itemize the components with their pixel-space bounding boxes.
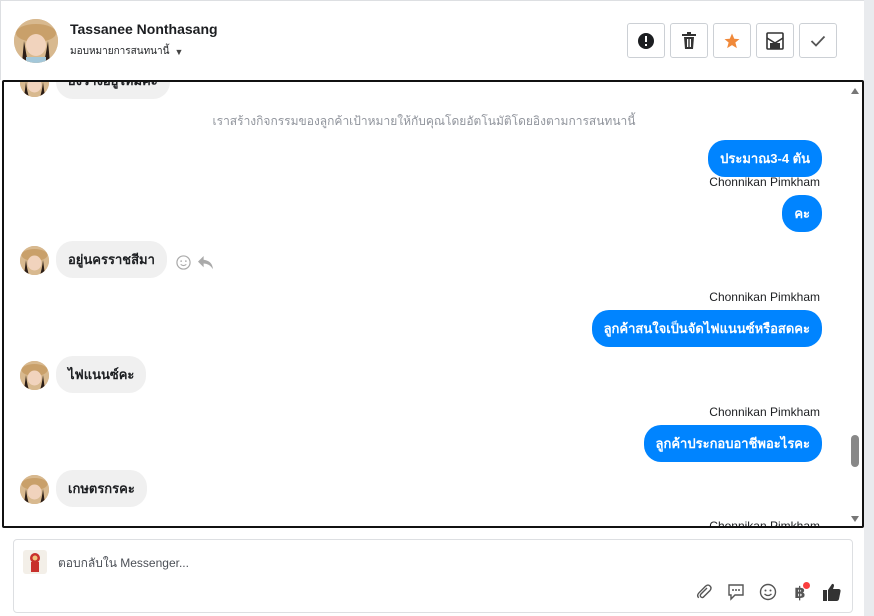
composer-tools: ฿ — [694, 582, 842, 602]
mark-done-button[interactable] — [799, 23, 837, 58]
like-button[interactable] — [822, 582, 842, 602]
incoming-message[interactable]: อยู่นครราชสีมา — [56, 241, 167, 278]
reply-composer[interactable]: ตอบกลับใน Messenger... ฿ — [13, 539, 853, 613]
archive-icon — [766, 31, 784, 50]
contact-name[interactable]: Tassanee Nonthasang — [70, 21, 218, 37]
contact-avatar-small — [20, 475, 49, 504]
sender-name: Chonnikan Pimkham — [709, 290, 820, 304]
saved-reply-icon — [728, 584, 744, 601]
saved-replies-button[interactable] — [726, 582, 746, 602]
reply-input[interactable]: ตอบกลับใน Messenger... — [58, 554, 189, 573]
scroll-up-arrow[interactable] — [851, 88, 859, 94]
outgoing-message[interactable]: ลูกค้าประกอบอาชีพอะไรคะ — [643, 425, 822, 462]
reply-icon[interactable] — [197, 255, 214, 270]
contact-avatar[interactable] — [14, 19, 58, 63]
emoji-button[interactable] — [758, 582, 778, 602]
sender-name: Chonnikan Pimkham — [709, 519, 820, 528]
outgoing-message[interactable]: ลูกค้าสนใจเป็นจัดไฟแนนซ์หรือสดคะ — [591, 310, 822, 347]
outgoing-message[interactable]: คะ — [782, 195, 822, 232]
system-note: เราสร้างกิจกรรมของลูกค้าเป้าหมายให้กับคุ… — [212, 114, 636, 128]
sender-name: Chonnikan Pimkham — [709, 405, 820, 419]
star-button[interactable] — [713, 23, 751, 58]
payment-button[interactable]: ฿ — [790, 582, 810, 602]
messenger-inbox: Tassanee Nonthasang มอบหมายการสนทนานี้ ▼ — [0, 0, 874, 616]
contact-avatar-small — [20, 82, 49, 97]
contact-avatar-small — [20, 361, 49, 390]
react-emoji-icon[interactable] — [176, 255, 191, 270]
emoji-icon — [759, 583, 777, 601]
conversation-header: Tassanee Nonthasang มอบหมายการสนทนานี้ ▼ — [0, 0, 864, 80]
attachment-icon — [696, 584, 712, 599]
message-thread[interactable]: ยังว่างอยู่ไหมคะ เราสร้างกิจกรรมของลูกค้… — [2, 80, 864, 528]
incoming-message[interactable]: ไฟแนนซ์คะ — [56, 356, 147, 393]
thumbs-up-icon — [823, 583, 841, 601]
header-actions — [627, 23, 837, 58]
page-gutter — [864, 0, 874, 616]
sender-name: Chonnikan Pimkham — [709, 175, 820, 189]
assign-conversation-dropdown[interactable]: มอบหมายการสนทนานี้ ▼ — [70, 44, 183, 59]
attachment-button[interactable] — [694, 582, 714, 602]
outgoing-message[interactable]: ประมาณ3-4 ตัน — [708, 140, 822, 177]
notification-dot — [803, 582, 810, 589]
message-hover-actions — [176, 255, 214, 270]
check-icon — [810, 35, 826, 47]
caret-down-icon: ▼ — [174, 46, 184, 57]
assign-label: มอบหมายการสนทนานี้ — [70, 46, 170, 57]
contact-avatar-small — [20, 246, 49, 275]
incoming-message[interactable]: เกษตรกรคะ — [56, 470, 147, 507]
delete-button[interactable] — [670, 23, 708, 58]
scroll-thumb[interactable] — [851, 435, 859, 467]
thread-scrollbar[interactable] — [848, 82, 862, 526]
alert-icon — [638, 32, 654, 49]
scroll-down-arrow[interactable] — [851, 516, 859, 522]
incoming-message[interactable]: ยังว่างอยู่ไหมคะ — [56, 82, 170, 99]
page-avatar — [23, 550, 47, 574]
star-icon — [724, 33, 740, 48]
trash-icon — [682, 31, 696, 49]
report-button[interactable] — [627, 23, 665, 58]
mark-unread-button[interactable] — [756, 23, 794, 58]
